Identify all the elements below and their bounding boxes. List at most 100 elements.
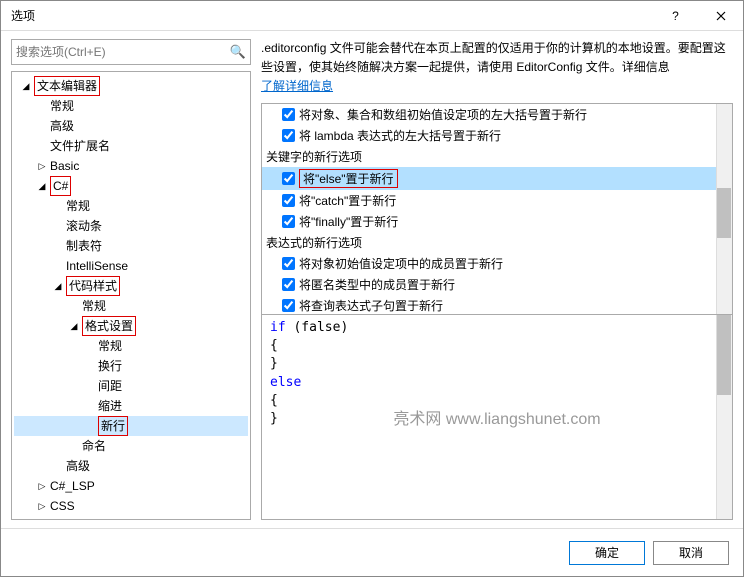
tree-item[interactable]: 高级	[14, 116, 248, 136]
option-checkbox[interactable]	[282, 108, 295, 121]
right-panel: .editorconfig 文件可能会替代在本页上配置的仅适用于你的计算机的本地…	[261, 39, 733, 520]
tree-spacer	[68, 440, 80, 452]
tree-item[interactable]: ◢C#	[14, 176, 248, 196]
tree-item[interactable]: 命名	[14, 436, 248, 456]
tree-item[interactable]: IntelliSense	[14, 256, 248, 276]
option-item[interactable]: 将匿名类型中的成员置于新行	[262, 274, 732, 295]
tree-item-label: 文本编辑器	[34, 76, 100, 96]
option-checkbox[interactable]	[282, 215, 295, 228]
expand-icon[interactable]: ▷	[36, 500, 48, 512]
tree-item-label: Basic	[50, 157, 79, 175]
option-item[interactable]: 将 lambda 表达式的左大括号置于新行	[262, 125, 732, 146]
tree-spacer	[84, 340, 96, 352]
tree-item[interactable]: 滚动条	[14, 216, 248, 236]
tree-item[interactable]: ▷Basic	[14, 156, 248, 176]
collapse-icon[interactable]: ◢	[36, 180, 48, 192]
option-label: 将"finally"置于新行	[299, 213, 398, 230]
preview-scrollbar-thumb[interactable]	[717, 315, 731, 395]
tree-item-label: 制表符	[66, 237, 102, 255]
tree-item[interactable]: 换行	[14, 356, 248, 376]
footer: 确定 取消	[1, 528, 743, 576]
tree-item[interactable]: ▷C#_LSP	[14, 476, 248, 496]
expand-icon[interactable]: ▷	[36, 160, 48, 172]
collapse-icon[interactable]: ◢	[68, 320, 80, 332]
info-text: .editorconfig 文件可能会替代在本页上配置的仅适用于你的计算机的本地…	[261, 39, 733, 97]
option-item[interactable]: 将"catch"置于新行	[262, 190, 732, 211]
preview-scrollbar-track[interactable]	[716, 315, 732, 519]
option-checkbox[interactable]	[282, 129, 295, 142]
close-button[interactable]	[698, 1, 743, 31]
ok-button[interactable]: 确定	[569, 541, 645, 565]
content-area: 🔍 ◢文本编辑器常规高级文件扩展名▷Basic◢C#常规滚动条制表符Intell…	[1, 31, 743, 528]
tree-item[interactable]: 常规	[14, 296, 248, 316]
tree-spacer	[52, 240, 64, 252]
option-item[interactable]: 将对象、集合和数组初始值设定项的左大括号置于新行	[262, 104, 732, 125]
brace-close: }	[270, 356, 278, 371]
tree-spacer	[84, 360, 96, 372]
tree-spacer	[52, 220, 64, 232]
tree-item[interactable]: 常规	[14, 96, 248, 116]
tree-spacer	[36, 100, 48, 112]
tree-spacer	[36, 140, 48, 152]
tree-item-label: 代码样式	[66, 276, 120, 296]
tree-spacer	[52, 200, 64, 212]
close-icon	[716, 11, 726, 21]
cancel-button[interactable]: 取消	[653, 541, 729, 565]
options-tree[interactable]: ◢文本编辑器常规高级文件扩展名▷Basic◢C#常规滚动条制表符IntelliS…	[11, 71, 251, 520]
option-label: 将"else"置于新行	[299, 169, 398, 188]
tree-item[interactable]: 常规	[14, 196, 248, 216]
tree-item-label: 常规	[82, 297, 106, 315]
tree-item-label: 滚动条	[66, 217, 102, 235]
tree-item-label: 常规	[98, 337, 122, 355]
option-checkbox[interactable]	[282, 194, 295, 207]
tree-item[interactable]: ◢格式设置	[14, 316, 248, 336]
tree-item[interactable]: 制表符	[14, 236, 248, 256]
keyword-if: if	[270, 320, 286, 335]
option-label: 将匿名类型中的成员置于新行	[299, 276, 455, 293]
option-item[interactable]: 将查询表达式子句置于新行	[262, 295, 732, 315]
search-icon: 🔍	[230, 44, 246, 60]
tree-item[interactable]: ◢文本编辑器	[14, 76, 248, 96]
options-list[interactable]: 将对象、集合和数组初始值设定项的左大括号置于新行将 lambda 表达式的左大括…	[261, 103, 733, 315]
help-button[interactable]: ?	[653, 1, 698, 31]
option-checkbox[interactable]	[282, 257, 295, 270]
option-group-header: 关键字的新行选项	[262, 146, 732, 167]
search-box[interactable]: 🔍	[11, 39, 251, 65]
titlebar: 选项 ?	[1, 1, 743, 31]
option-item[interactable]: 将"finally"置于新行	[262, 211, 732, 232]
tree-item-label: 常规	[50, 97, 74, 115]
tree-item[interactable]: ◢代码样式	[14, 276, 248, 296]
option-label: 将查询表达式子句置于新行	[299, 297, 443, 314]
tree-item-label: IntelliSense	[66, 257, 128, 275]
dialog-title: 选项	[11, 7, 35, 24]
titlebar-buttons: ?	[653, 1, 743, 31]
option-checkbox[interactable]	[282, 172, 295, 185]
search-input[interactable]	[16, 45, 230, 59]
tree-item[interactable]: 新行	[14, 416, 248, 436]
scrollbar-thumb[interactable]	[717, 188, 731, 238]
tree-item-label: 缩进	[98, 397, 122, 415]
tree-item-label: CSS	[50, 497, 75, 515]
tree-item[interactable]: 高级	[14, 456, 248, 476]
info-link[interactable]: 了解详细信息	[261, 79, 333, 93]
option-checkbox[interactable]	[282, 299, 295, 312]
tree-spacer	[52, 460, 64, 472]
tree-item[interactable]: ▷CSS	[14, 496, 248, 516]
collapse-icon[interactable]: ◢	[52, 280, 64, 292]
tree-item[interactable]: 常规	[14, 336, 248, 356]
tree-item[interactable]: 缩进	[14, 396, 248, 416]
scrollbar-track[interactable]	[716, 104, 732, 314]
option-checkbox[interactable]	[282, 278, 295, 291]
option-item[interactable]: 将对象初始值设定项中的成员置于新行	[262, 253, 732, 274]
brace-close-2: }	[270, 411, 278, 426]
tree-item-label: 新行	[98, 416, 128, 436]
tree-item-label: 间距	[98, 377, 122, 395]
collapse-icon[interactable]: ◢	[20, 80, 32, 92]
brace-open: {	[270, 338, 278, 353]
code-preview: if (false) { } else { } 亮术网 www.liangshu…	[261, 315, 733, 520]
option-item[interactable]: 将"else"置于新行	[262, 167, 732, 190]
tree-item[interactable]: 文件扩展名	[14, 136, 248, 156]
tree-item[interactable]: 间距	[14, 376, 248, 396]
expand-icon[interactable]: ▷	[36, 480, 48, 492]
brace-open-2: {	[270, 393, 278, 408]
